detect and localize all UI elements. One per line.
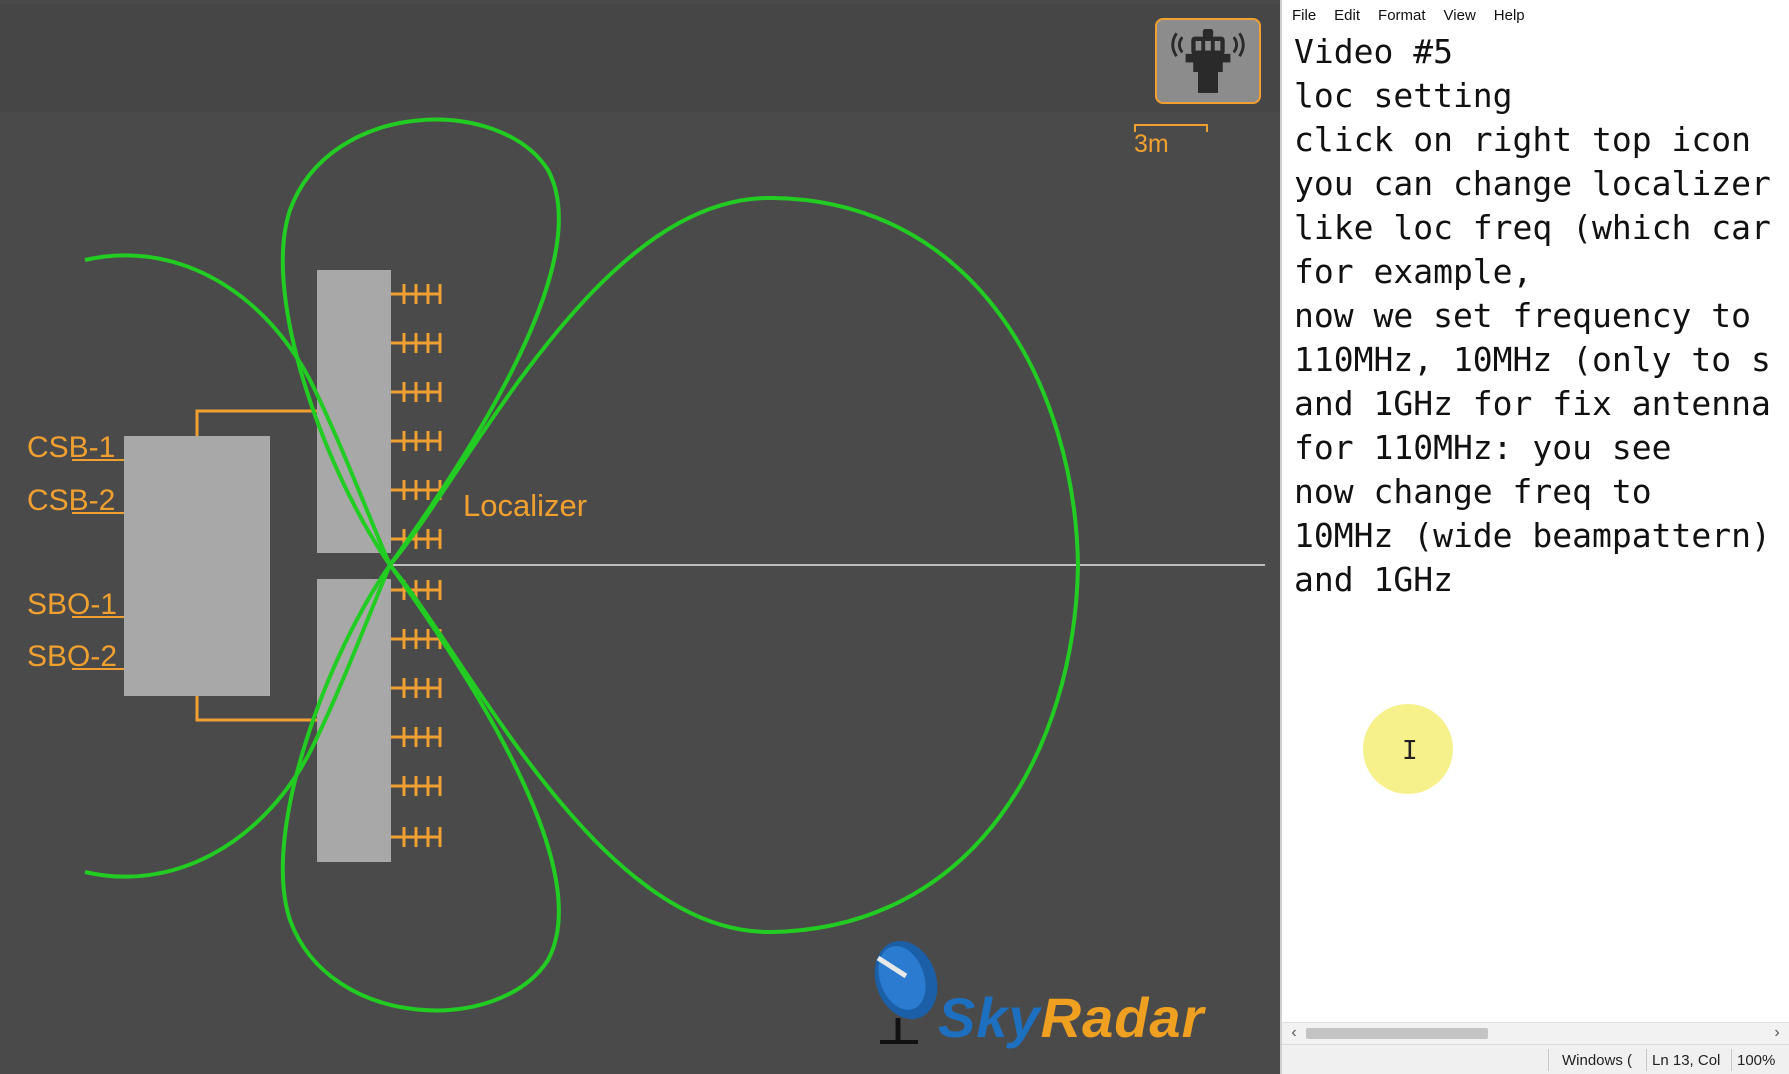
simulator-canvas <box>72 117 1265 1013</box>
port-label-csb2: CSB-2 <box>27 484 116 517</box>
editor-line: now we set frequency to <box>1294 296 1751 335</box>
port-label-sbo2: SBO-2 <box>27 640 118 673</box>
menu-help[interactable]: Help <box>1494 7 1525 24</box>
feed-line-lower <box>195 696 317 722</box>
menu-view[interactable]: View <box>1444 7 1476 24</box>
editor-line: for 110MHz: you see <box>1294 428 1672 467</box>
status-encoding: Windows ( <box>1562 1052 1633 1069</box>
menu-edit[interactable]: Edit <box>1334 7 1360 24</box>
editor-line: you can change localizer <box>1294 164 1771 203</box>
feed-line-upper <box>195 409 317 436</box>
antenna-element <box>391 431 442 451</box>
localizer-label: Localizer <box>463 488 588 523</box>
antenna-element <box>391 727 442 747</box>
editor-line: 10MHz (wide beampattern) <box>1294 516 1771 555</box>
menu-format[interactable]: Format <box>1378 7 1426 24</box>
antenna-element <box>391 678 442 698</box>
scroll-thumb[interactable] <box>1306 1028 1488 1039</box>
logo-radar: Radar <box>1040 986 1205 1049</box>
status-position: Ln 13, Col <box>1652 1052 1721 1069</box>
status-separator <box>1548 1049 1549 1071</box>
status-bar: Windows ( Ln 13, Col 100% <box>1282 1044 1789 1074</box>
status-separator <box>1731 1049 1732 1071</box>
status-zoom: 100% <box>1737 1052 1776 1069</box>
menu-bar: File Edit Format View Help <box>1282 0 1789 30</box>
editor-line: click on right top icon <box>1294 120 1751 159</box>
antenna-element <box>391 284 442 304</box>
editor-content[interactable]: Video #5 loc setting click on right top … <box>1294 30 1771 602</box>
screen: CSB-1 CSB-2 SBO-1 SBO-2 Localizer 3m Sky… <box>0 0 1789 1074</box>
notepad-window: File Edit Format View Help Video #5 loc … <box>1280 0 1789 1074</box>
editor-line: and 1GHz for fix antenna <box>1294 384 1771 423</box>
control-tower-icon <box>1171 29 1245 93</box>
text-cursor-icon: I <box>1402 736 1418 766</box>
scale-label: 3m <box>1134 130 1169 158</box>
port-label-sbo1: SBO-1 <box>27 588 118 621</box>
antenna-element <box>391 827 442 847</box>
menu-file[interactable]: File <box>1292 7 1316 24</box>
antenna-element <box>391 333 442 353</box>
control-tower-settings-button[interactable] <box>1155 18 1261 104</box>
port-label-csb1: CSB-1 <box>27 431 116 464</box>
skyradar-logo: SkyRadar <box>938 985 1204 1050</box>
antenna-array-upper <box>317 270 391 553</box>
editor-line: like loc freq (which car <box>1294 208 1771 247</box>
horizontal-scrollbar[interactable]: ‹ › <box>1282 1022 1789 1044</box>
editor-line: loc setting <box>1294 76 1513 115</box>
antenna-element <box>391 382 442 402</box>
scroll-right-icon[interactable]: › <box>1767 1023 1787 1043</box>
logo-sky: Sky <box>938 986 1041 1049</box>
scroll-left-icon[interactable]: ‹ <box>1284 1023 1304 1043</box>
antenna-element <box>391 480 442 500</box>
status-separator <box>1646 1049 1647 1071</box>
editor-line: and 1GHz <box>1294 560 1453 599</box>
distribution-box <box>124 436 270 696</box>
antenna-element <box>391 629 442 649</box>
editor-line: now change freq to <box>1294 472 1652 511</box>
localizer-simulator: CSB-1 CSB-2 SBO-1 SBO-2 Localizer 3m Sky… <box>0 0 1280 1074</box>
editor-line: Video #5 <box>1294 32 1453 71</box>
antenna-element <box>391 776 442 796</box>
text-editor[interactable]: Video #5 loc setting click on right top … <box>1282 30 1789 1020</box>
editor-line: 110MHz, 10MHz (only to s <box>1294 340 1771 379</box>
editor-line: for example, <box>1294 252 1533 291</box>
